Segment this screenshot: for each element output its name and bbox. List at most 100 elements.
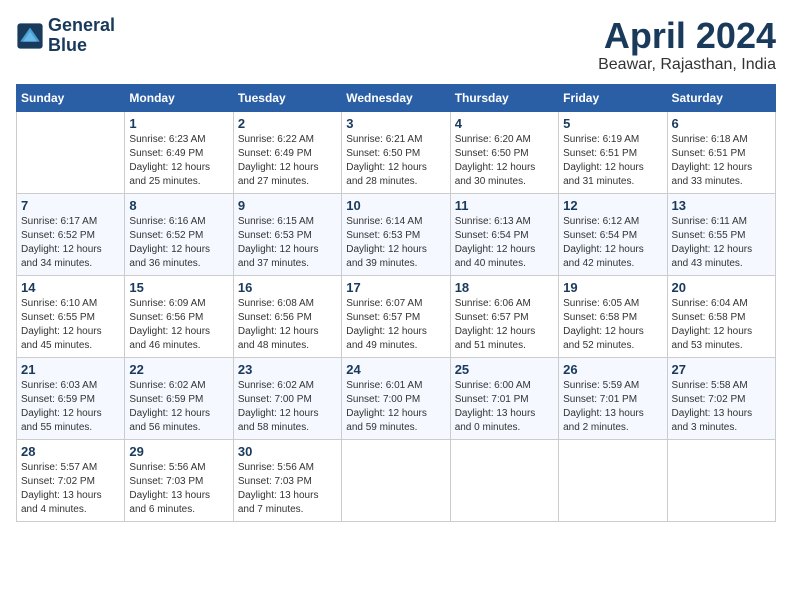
- day-number: 14: [21, 280, 120, 295]
- day-header-sunday: Sunday: [17, 84, 125, 111]
- calendar-cell: 7 Sunrise: 6:17 AMSunset: 6:52 PMDaylight…: [17, 193, 125, 275]
- calendar-header: SundayMondayTuesdayWednesdayThursdayFrid…: [17, 84, 776, 111]
- day-number: 26: [563, 362, 662, 377]
- location: Beawar, Rajasthan, India: [598, 56, 776, 74]
- calendar-cell: 23 Sunrise: 6:02 AMSunset: 7:00 PMDayligh…: [233, 357, 341, 439]
- day-number: 13: [672, 198, 771, 213]
- day-number: 24: [346, 362, 445, 377]
- day-number: 25: [455, 362, 554, 377]
- page-header: General Blue April 2024 Beawar, Rajastha…: [16, 16, 776, 74]
- title-block: April 2024 Beawar, Rajasthan, India: [598, 16, 776, 74]
- day-info: Sunrise: 6:17 AMSunset: 6:52 PMDaylight:…: [21, 215, 120, 271]
- day-info: Sunrise: 5:57 AMSunset: 7:02 PMDaylight:…: [21, 461, 120, 517]
- calendar-cell: 10 Sunrise: 6:14 AMSunset: 6:53 PMDayligh…: [342, 193, 450, 275]
- calendar-week-5: 28 Sunrise: 5:57 AMSunset: 7:02 PMDayligh…: [17, 439, 776, 521]
- day-number: 4: [455, 116, 554, 131]
- calendar-cell: 29Sunrise: 5:56 AMSunset: 7:03 PMDayligh…: [125, 439, 233, 521]
- calendar-cell: [667, 439, 775, 521]
- calendar-cell: 12 Sunrise: 6:12 AMSunset: 6:54 PMDayligh…: [559, 193, 667, 275]
- calendar-cell: [17, 111, 125, 193]
- calendar-cell: [559, 439, 667, 521]
- calendar-cell: 16Sunrise: 6:08 AMSunset: 6:56 PMDayligh…: [233, 275, 341, 357]
- calendar-cell: 11 Sunrise: 6:13 AMSunset: 6:54 PMDayligh…: [450, 193, 558, 275]
- day-info: Sunrise: 6:22 AMSunset: 6:49 PMDaylight:…: [238, 133, 337, 189]
- day-info: Sunrise: 6:06 AMSunset: 6:57 PMDaylight:…: [455, 297, 554, 353]
- calendar-cell: 17 Sunrise: 6:07 AMSunset: 6:57 PMDayligh…: [342, 275, 450, 357]
- day-info: Sunrise: 6:23 AMSunset: 6:49 PMDaylight:…: [129, 133, 228, 189]
- day-number: 1: [129, 116, 228, 131]
- day-header-friday: Friday: [559, 84, 667, 111]
- day-number: 7: [21, 198, 120, 213]
- calendar-cell: 14Sunrise: 6:10 AMSunset: 6:55 PMDayligh…: [17, 275, 125, 357]
- calendar-week-3: 14Sunrise: 6:10 AMSunset: 6:55 PMDayligh…: [17, 275, 776, 357]
- calendar-cell: [342, 439, 450, 521]
- calendar-cell: 26 Sunrise: 5:59 AMSunset: 7:01 PMDayligh…: [559, 357, 667, 439]
- day-info: Sunrise: 6:02 AMSunset: 7:00 PMDaylight:…: [238, 379, 337, 435]
- day-info: Sunrise: 6:03 AMSunset: 6:59 PMDaylight:…: [21, 379, 120, 435]
- header-row: SundayMondayTuesdayWednesdayThursdayFrid…: [17, 84, 776, 111]
- day-number: 3: [346, 116, 445, 131]
- calendar-cell: 22Sunrise: 6:02 AMSunset: 6:59 PMDayligh…: [125, 357, 233, 439]
- month-title: April 2024: [598, 16, 776, 56]
- day-number: 12: [563, 198, 662, 213]
- day-number: 29: [129, 444, 228, 459]
- logo-text: General Blue: [48, 16, 115, 56]
- logo: General Blue: [16, 16, 115, 56]
- calendar-cell: 6Sunrise: 6:18 AMSunset: 6:51 PMDaylight…: [667, 111, 775, 193]
- logo-line2: Blue: [48, 36, 115, 56]
- day-number: 20: [672, 280, 771, 295]
- day-header-monday: Monday: [125, 84, 233, 111]
- calendar-cell: 1 Sunrise: 6:23 AMSunset: 6:49 PMDaylight…: [125, 111, 233, 193]
- day-info: Sunrise: 5:59 AMSunset: 7:01 PMDaylight:…: [563, 379, 662, 435]
- calendar-cell: 15Sunrise: 6:09 AMSunset: 6:56 PMDayligh…: [125, 275, 233, 357]
- day-number: 11: [455, 198, 554, 213]
- logo-line1: General: [48, 16, 115, 36]
- day-info: Sunrise: 6:00 AMSunset: 7:01 PMDaylight:…: [455, 379, 554, 435]
- calendar-week-2: 7 Sunrise: 6:17 AMSunset: 6:52 PMDaylight…: [17, 193, 776, 275]
- calendar-cell: 4 Sunrise: 6:20 AMSunset: 6:50 PMDaylight…: [450, 111, 558, 193]
- calendar-week-4: 21 Sunrise: 6:03 AMSunset: 6:59 PMDayligh…: [17, 357, 776, 439]
- day-header-saturday: Saturday: [667, 84, 775, 111]
- day-number: 17: [346, 280, 445, 295]
- calendar-cell: 5Sunrise: 6:19 AMSunset: 6:51 PMDaylight…: [559, 111, 667, 193]
- calendar-table: SundayMondayTuesdayWednesdayThursdayFrid…: [16, 84, 776, 522]
- logo-icon: [16, 22, 44, 50]
- day-info: Sunrise: 6:13 AMSunset: 6:54 PMDaylight:…: [455, 215, 554, 271]
- day-info: Sunrise: 6:14 AMSunset: 6:53 PMDaylight:…: [346, 215, 445, 271]
- calendar-cell: 2Sunrise: 6:22 AMSunset: 6:49 PMDaylight…: [233, 111, 341, 193]
- day-number: 30: [238, 444, 337, 459]
- day-number: 27: [672, 362, 771, 377]
- day-info: Sunrise: 6:04 AMSunset: 6:58 PMDaylight:…: [672, 297, 771, 353]
- day-info: Sunrise: 5:58 AMSunset: 7:02 PMDaylight:…: [672, 379, 771, 435]
- day-header-wednesday: Wednesday: [342, 84, 450, 111]
- calendar-cell: [450, 439, 558, 521]
- calendar-cell: 8Sunrise: 6:16 AMSunset: 6:52 PMDaylight…: [125, 193, 233, 275]
- calendar-cell: 9 Sunrise: 6:15 AMSunset: 6:53 PMDaylight…: [233, 193, 341, 275]
- calendar-cell: 25 Sunrise: 6:00 AMSunset: 7:01 PMDayligh…: [450, 357, 558, 439]
- day-number: 28: [21, 444, 120, 459]
- day-info: Sunrise: 6:15 AMSunset: 6:53 PMDaylight:…: [238, 215, 337, 271]
- calendar-cell: 24 Sunrise: 6:01 AMSunset: 7:00 PMDayligh…: [342, 357, 450, 439]
- day-info: Sunrise: 6:01 AMSunset: 7:00 PMDaylight:…: [346, 379, 445, 435]
- day-info: Sunrise: 6:07 AMSunset: 6:57 PMDaylight:…: [346, 297, 445, 353]
- day-info: Sunrise: 6:18 AMSunset: 6:51 PMDaylight:…: [672, 133, 771, 189]
- day-info: Sunrise: 5:56 AMSunset: 7:03 PMDaylight:…: [238, 461, 337, 517]
- day-info: Sunrise: 6:02 AMSunset: 6:59 PMDaylight:…: [129, 379, 228, 435]
- day-number: 10: [346, 198, 445, 213]
- calendar-cell: 19Sunrise: 6:05 AMSunset: 6:58 PMDayligh…: [559, 275, 667, 357]
- calendar-cell: 27 Sunrise: 5:58 AMSunset: 7:02 PMDayligh…: [667, 357, 775, 439]
- calendar-cell: 30 Sunrise: 5:56 AMSunset: 7:03 PMDayligh…: [233, 439, 341, 521]
- day-info: Sunrise: 6:08 AMSunset: 6:56 PMDaylight:…: [238, 297, 337, 353]
- calendar-week-1: 1 Sunrise: 6:23 AMSunset: 6:49 PMDaylight…: [17, 111, 776, 193]
- day-number: 8: [129, 198, 228, 213]
- calendar-cell: 13 Sunrise: 6:11 AMSunset: 6:55 PMDayligh…: [667, 193, 775, 275]
- day-info: Sunrise: 6:11 AMSunset: 6:55 PMDaylight:…: [672, 215, 771, 271]
- day-number: 21: [21, 362, 120, 377]
- day-info: Sunrise: 6:20 AMSunset: 6:50 PMDaylight:…: [455, 133, 554, 189]
- day-number: 23: [238, 362, 337, 377]
- day-info: Sunrise: 6:12 AMSunset: 6:54 PMDaylight:…: [563, 215, 662, 271]
- day-info: Sunrise: 6:21 AMSunset: 6:50 PMDaylight:…: [346, 133, 445, 189]
- day-number: 9: [238, 198, 337, 213]
- day-info: Sunrise: 6:05 AMSunset: 6:58 PMDaylight:…: [563, 297, 662, 353]
- calendar-cell: 28 Sunrise: 5:57 AMSunset: 7:02 PMDayligh…: [17, 439, 125, 521]
